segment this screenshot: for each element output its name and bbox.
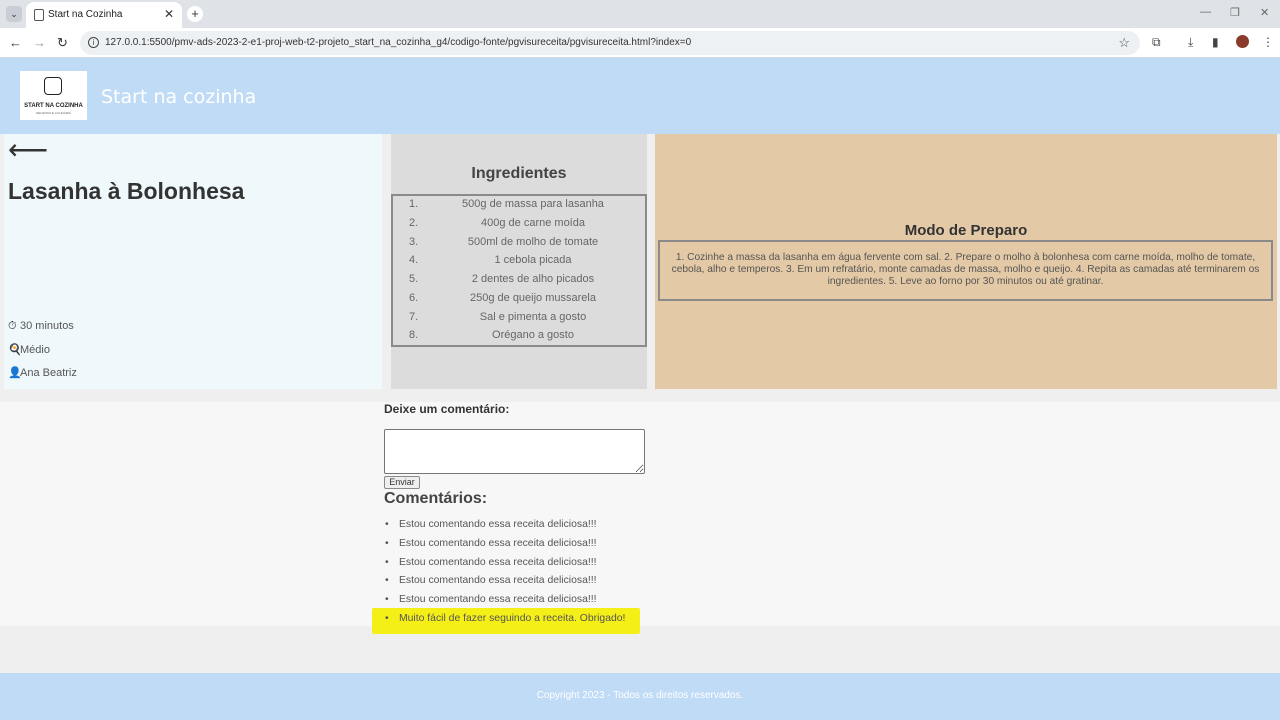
- recipe-title: Lasanha à Bolonhesa: [8, 178, 245, 204]
- chef-hat-icon: [44, 77, 62, 95]
- bookmark-star-icon[interactable]: ☆: [1118, 35, 1130, 51]
- ingredient-item: 1. 500g de massa para lasanha: [409, 198, 604, 210]
- site-logo[interactable]: START NA COZINHA RECEITAS E CULINÁRIA: [20, 71, 87, 120]
- new-tab-plus-icon[interactable]: +: [187, 6, 203, 22]
- back-icon[interactable]: ←: [9, 35, 22, 50]
- recipe-author-value: Ana Beatriz: [20, 367, 77, 379]
- comment-item: • Estou comentando essa receita deliciosa…: [385, 575, 597, 586]
- preparation-text: 1. Cozinhe a massa da lasanha em água fe…: [658, 240, 1273, 301]
- recipe-summary-panel: ⟵ Lasanha à Bolonhesa ⏱ 30 minutos 🍳Médio…: [4, 134, 382, 389]
- tab-title: Start na Cozinha: [48, 9, 123, 20]
- profile-avatar[interactable]: [1236, 35, 1249, 48]
- comment-textarea[interactable]: [384, 429, 645, 474]
- preparation-panel: Modo de Preparo 1. Cozinhe a massa da la…: [655, 134, 1277, 389]
- back-arrow-icon[interactable]: ⟵: [8, 136, 48, 164]
- ingredient-item: 3. 500ml de molho de tomate: [409, 236, 599, 248]
- ingredient-item: 2. 400g de carne moída: [409, 217, 585, 229]
- browser-tab-bar: ⌄ Start na Cozinha ✕ + — ❐ ✕: [0, 0, 1280, 28]
- comments-heading: Comentários:: [384, 490, 488, 507]
- comment-item: • Estou comentando essa receita deliciosa…: [385, 538, 597, 549]
- send-comment-button[interactable]: Enviar: [384, 476, 420, 489]
- ingredient-item: 7. Sal e pimenta a gosto: [409, 311, 587, 323]
- logo-subtext: RECEITAS E CULINÁRIA: [36, 111, 71, 115]
- close-tab-icon[interactable]: ✕: [164, 7, 174, 21]
- page-favicon-icon: [34, 9, 44, 21]
- chef-icon: 👤: [8, 367, 22, 379]
- ingredient-item: 4. 1 cebola picada: [409, 254, 572, 266]
- preparation-heading: Modo de Preparo: [904, 222, 1028, 239]
- footer-copyright: Copyright 2023 - Todos os direitos reser…: [536, 690, 744, 701]
- recipe-difficulty-value: Médio: [20, 344, 50, 356]
- reload-icon[interactable]: ↻: [57, 35, 68, 51]
- url-text[interactable]: 127.0.0.1:5500/pmv-ads-2023-2-e1-proj-we…: [105, 37, 691, 48]
- recipe-time: ⏱ 30 minutos: [8, 320, 74, 333]
- ingredient-item: 5. 2 dentes de alho picados: [409, 273, 595, 285]
- ingredients-heading: Ingredientes: [471, 165, 567, 182]
- ingredients-panel: Ingredientes 1. 500g de massa para lasanh…: [391, 134, 647, 389]
- site-header: START NA COZINHA RECEITAS E CULINÁRIA St…: [0, 58, 1280, 134]
- ingredients-list: 1. 500g de massa para lasanha 2. 400g de c…: [391, 194, 647, 347]
- browser-toolbar: ← → ↻ i 127.0.0.1:5500/pmv-ads-2023-2-e1…: [0, 28, 1280, 58]
- tab-list-chevron-icon[interactable]: ⌄: [6, 6, 22, 22]
- pan-icon: 🍳: [8, 344, 22, 356]
- minimize-icon[interactable]: —: [1200, 6, 1211, 18]
- logo-text: START NA COZINHA: [24, 103, 83, 109]
- menu-kebab-icon[interactable]: ⋮: [1262, 35, 1274, 49]
- extensions-icon[interactable]: ⧉: [1152, 35, 1161, 50]
- recipe-difficulty: 🍳Médio: [8, 343, 50, 356]
- comment-item-highlighted: • Muito fácil de fazer seguindo a receita…: [385, 613, 626, 624]
- address-bar[interactable]: i 127.0.0.1:5500/pmv-ads-2023-2-e1-proj-…: [80, 31, 1140, 55]
- download-icon[interactable]: ⤓: [1188, 35, 1193, 50]
- comment-item: • Estou comentando essa receita deliciosa…: [385, 519, 597, 530]
- ingredient-item: 6. 250g de queijo mussarela: [409, 292, 596, 304]
- site-footer: Copyright 2023 - Todos os direitos reser…: [0, 673, 1280, 720]
- browser-tab[interactable]: Start na Cozinha ✕: [26, 2, 182, 28]
- side-panel-icon[interactable]: ▮: [1212, 35, 1219, 49]
- recipe-time-value: 30 minutos: [20, 320, 74, 332]
- comments-section: Deixe um comentário: Enviar Comentários:…: [0, 402, 1280, 634]
- site-title: Start na cozinha: [101, 86, 257, 108]
- stopwatch-icon: ⏱: [8, 320, 17, 332]
- ingredient-item: 8. Orégano a gosto: [409, 329, 574, 341]
- comment-item: • Estou comentando essa receita deliciosa…: [385, 594, 597, 605]
- close-window-icon[interactable]: ✕: [1260, 6, 1269, 19]
- forward-icon[interactable]: →: [33, 35, 46, 50]
- comment-label: Deixe um comentário:: [384, 402, 510, 416]
- site-info-icon[interactable]: i: [88, 37, 99, 48]
- recipe-author: 👤Ana Beatriz: [8, 366, 77, 379]
- restore-icon[interactable]: ❐: [1230, 6, 1240, 19]
- comment-item: • Estou comentando essa receita deliciosa…: [385, 557, 597, 568]
